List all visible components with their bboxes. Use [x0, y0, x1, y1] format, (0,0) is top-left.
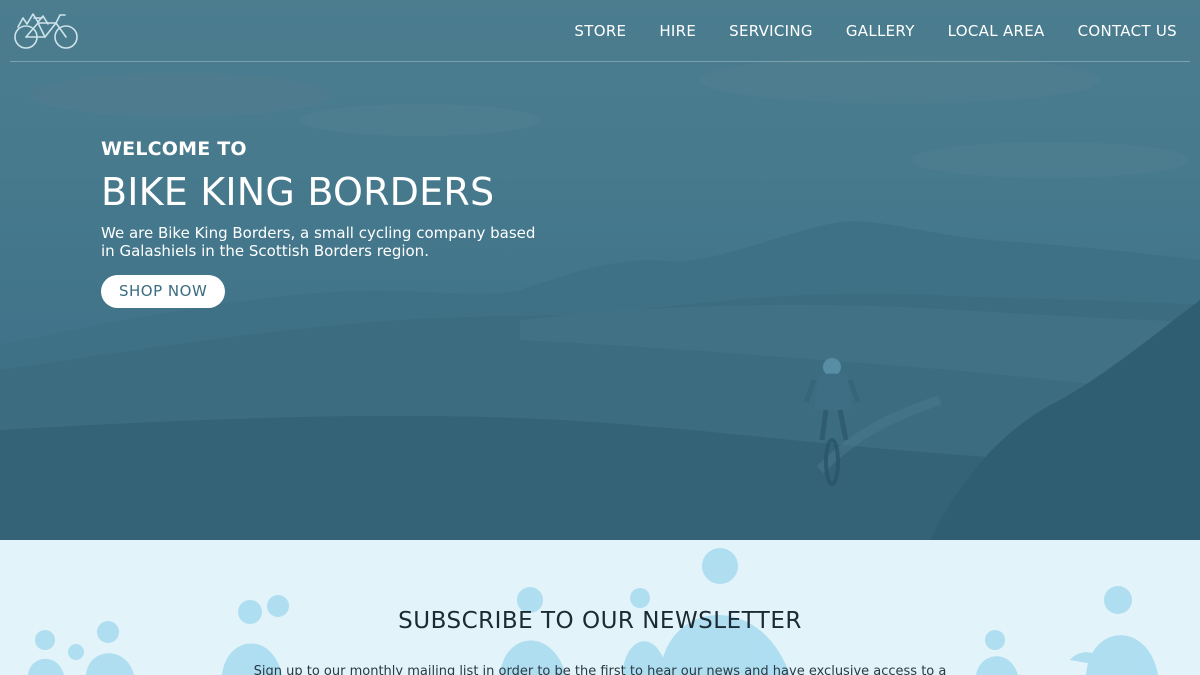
hero-intro: WELCOME TO BIKE KING BORDERS We are Bike… — [101, 138, 561, 308]
nav-link-contact-us[interactable]: CONTACT US — [1078, 22, 1177, 40]
hero-title: BIKE KING BORDERS — [101, 170, 495, 214]
hero-section: STORE HIRE SERVICING GALLERY LOCAL AREA … — [0, 0, 1200, 540]
shop-now-button[interactable]: SHOP NOW — [101, 275, 226, 308]
top-navbar: STORE HIRE SERVICING GALLERY LOCAL AREA … — [10, 0, 1190, 62]
nav-link-local-area[interactable]: LOCAL AREA — [948, 22, 1045, 40]
nav-link-store[interactable]: STORE — [574, 22, 626, 40]
main-nav: STORE HIRE SERVICING GALLERY LOCAL AREA … — [574, 0, 1177, 62]
hero-description: We are Bike King Borders, a small cyclin… — [101, 224, 536, 260]
newsletter-description: Sign up to our monthly mailing list in o… — [253, 664, 947, 675]
nav-link-servicing[interactable]: SERVICING — [729, 22, 813, 40]
newsletter-section: SUBSCRIBE TO OUR NEWSLETTER Sign up to o… — [0, 540, 1200, 675]
hero-eyebrow: WELCOME TO — [101, 138, 247, 160]
bicycle-logo-icon[interactable] — [12, 10, 80, 50]
nav-link-gallery[interactable]: GALLERY — [846, 22, 915, 40]
nav-link-hire[interactable]: HIRE — [659, 22, 696, 40]
newsletter-title: SUBSCRIBE TO OUR NEWSLETTER — [398, 608, 802, 634]
